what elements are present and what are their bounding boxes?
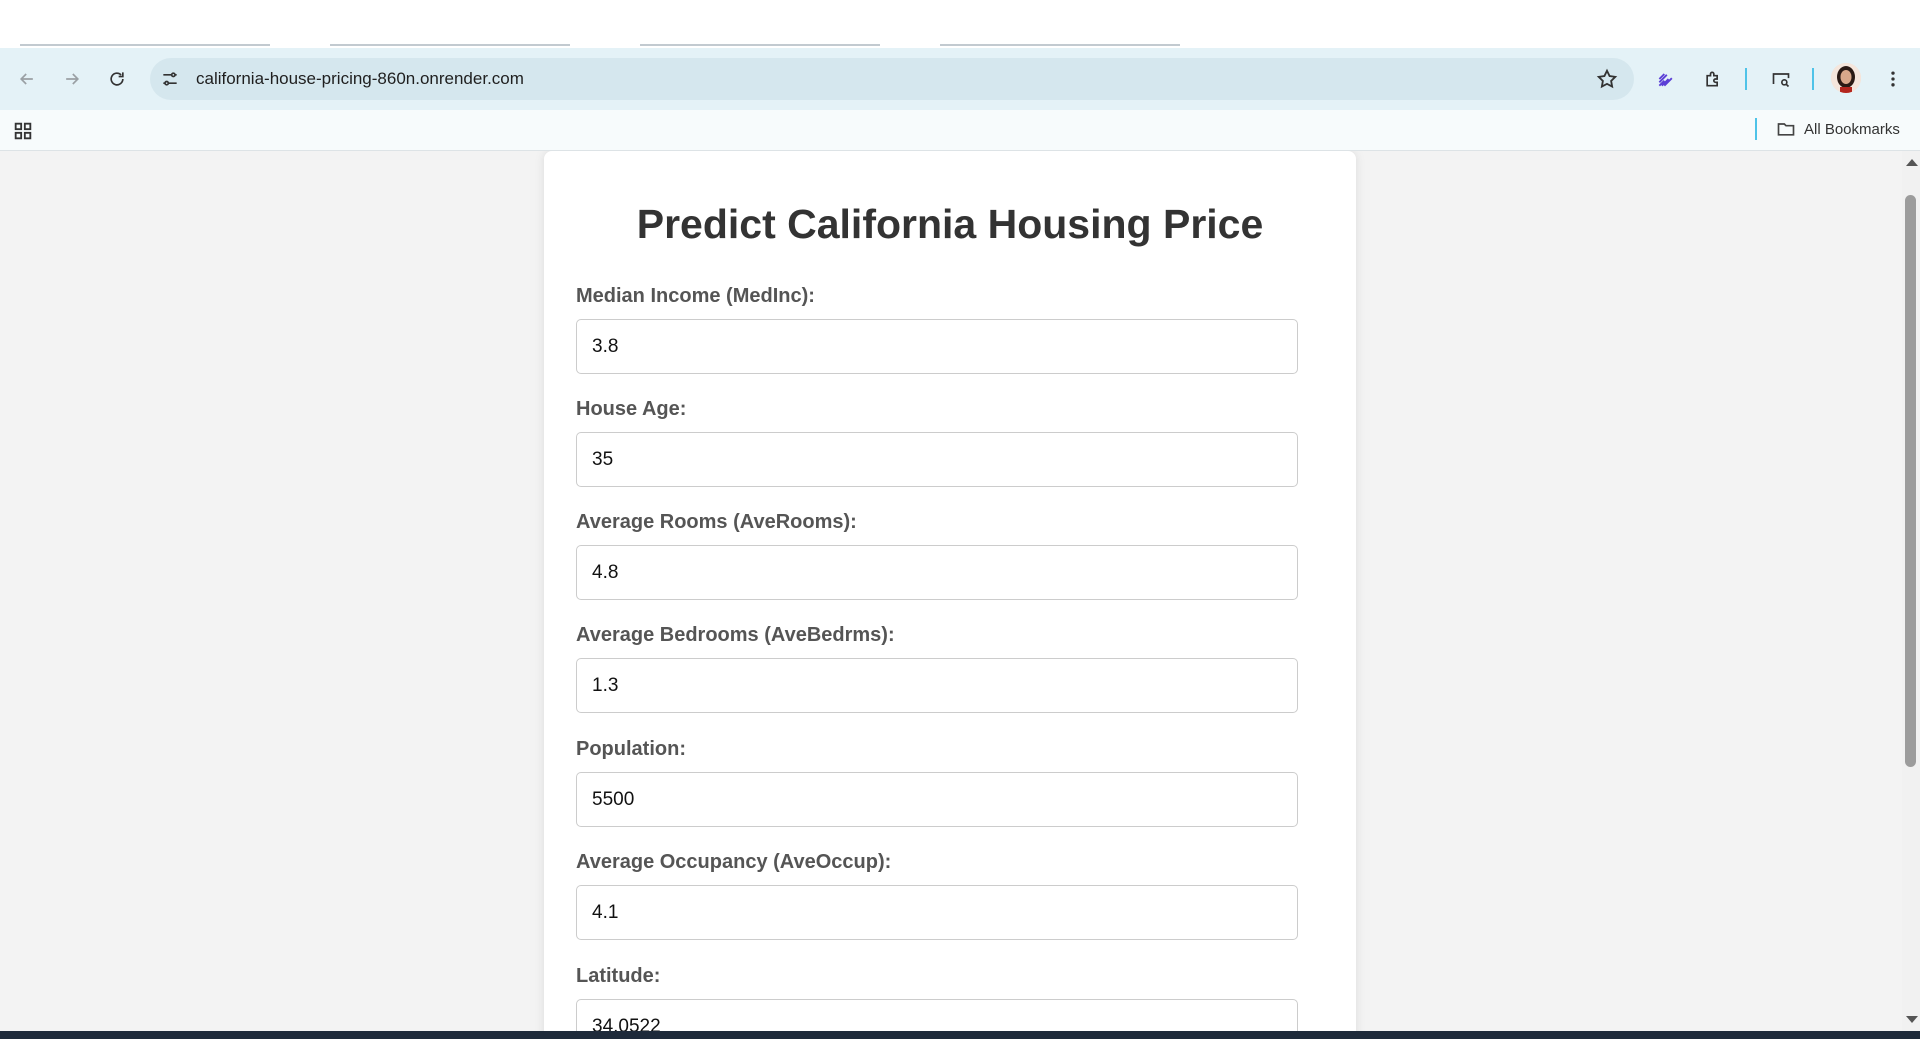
field-ave-occup: Average Occupancy (AveOccup):: [576, 851, 1298, 940]
reload-button[interactable]: [100, 62, 134, 96]
latitude-input[interactable]: [576, 999, 1298, 1031]
tab-indicator: [640, 44, 880, 46]
menu-button[interactable]: [1876, 62, 1910, 96]
prediction-form-card: Predict California Housing Price Median …: [544, 151, 1356, 1031]
puzzle-icon: [1706, 71, 1718, 87]
extensions-button[interactable]: [1696, 62, 1730, 96]
rocket-extension-icon: [1658, 73, 1673, 87]
page-title: Predict California Housing Price: [636, 201, 1264, 247]
back-button[interactable]: [10, 62, 44, 96]
profile-avatar[interactable]: [1831, 63, 1861, 93]
medinc-input[interactable]: [576, 319, 1298, 374]
field-population: Population:: [576, 738, 1298, 827]
kebab-menu-icon: [1891, 71, 1895, 87]
field-label: Average Occupancy (AveOccup):: [576, 851, 892, 873]
ave-occup-input[interactable]: [576, 885, 1298, 940]
page-viewport: Predict California Housing Price Median …: [0, 151, 1902, 1031]
cast-button[interactable]: [1764, 62, 1798, 96]
address-bar[interactable]: california-house-pricing-860n.onrender.c…: [150, 58, 1634, 100]
tab-indicator: [20, 44, 270, 46]
all-bookmarks-label: All Bookmarks: [1804, 120, 1900, 138]
scroll-up-arrow-icon[interactable]: [1906, 159, 1918, 166]
field-label: House Age:: [576, 398, 687, 420]
field-ave-rooms: Average Rooms (AveRooms):: [576, 511, 1298, 600]
field-medinc: Median Income (MedInc):: [576, 285, 1298, 374]
field-latitude: Latitude:: [576, 965, 1298, 1031]
avatar-icon: [1831, 63, 1861, 93]
scroll-thumb[interactable]: [1905, 195, 1916, 767]
ave-bedrms-input[interactable]: [576, 658, 1298, 713]
field-label: Average Bedrooms (AveBedrms):: [576, 624, 895, 646]
tab-strip: [0, 0, 1920, 50]
toolbar-separator: [1745, 68, 1747, 90]
toolbar-separator: [1812, 68, 1814, 90]
field-label: Median Income (MedInc):: [576, 285, 815, 307]
reload-icon: [110, 72, 124, 86]
all-bookmarks-button[interactable]: All Bookmarks: [1776, 119, 1900, 139]
extension-button[interactable]: [1649, 62, 1683, 96]
field-ave-bedrms: Average Bedrooms (AveBedrms):: [576, 624, 1298, 713]
arrow-right-icon: [66, 73, 80, 85]
bookmarks-separator: [1755, 118, 1757, 140]
tune-icon[interactable]: [160, 69, 180, 89]
field-house-age: House Age:: [576, 398, 1298, 487]
forward-button[interactable]: [55, 62, 89, 96]
field-label: Latitude:: [576, 965, 661, 987]
field-label: Average Rooms (AveRooms):: [576, 511, 857, 533]
tab-indicator: [330, 44, 570, 46]
star-icon[interactable]: [1596, 68, 1618, 90]
scroll-down-arrow-icon[interactable]: [1906, 1016, 1918, 1023]
house-age-input[interactable]: [576, 432, 1298, 487]
apps-grid-icon[interactable]: [12, 120, 34, 142]
population-input[interactable]: [576, 772, 1298, 827]
field-label: Population:: [576, 738, 686, 760]
ave-rooms-input[interactable]: [576, 545, 1298, 600]
bookmarks-bar: All Bookmarks: [0, 110, 1920, 151]
os-taskbar: [0, 1031, 1920, 1039]
page-scrollbar[interactable]: [1902, 151, 1920, 1031]
cast-search-icon: [1772, 73, 1790, 88]
browser-toolbar: california-house-pricing-860n.onrender.c…: [0, 48, 1920, 110]
url-text[interactable]: california-house-pricing-860n.onrender.c…: [196, 69, 524, 89]
arrow-left-icon: [19, 73, 33, 85]
tab-indicator: [940, 44, 1180, 46]
folder-icon: [1777, 123, 1795, 136]
